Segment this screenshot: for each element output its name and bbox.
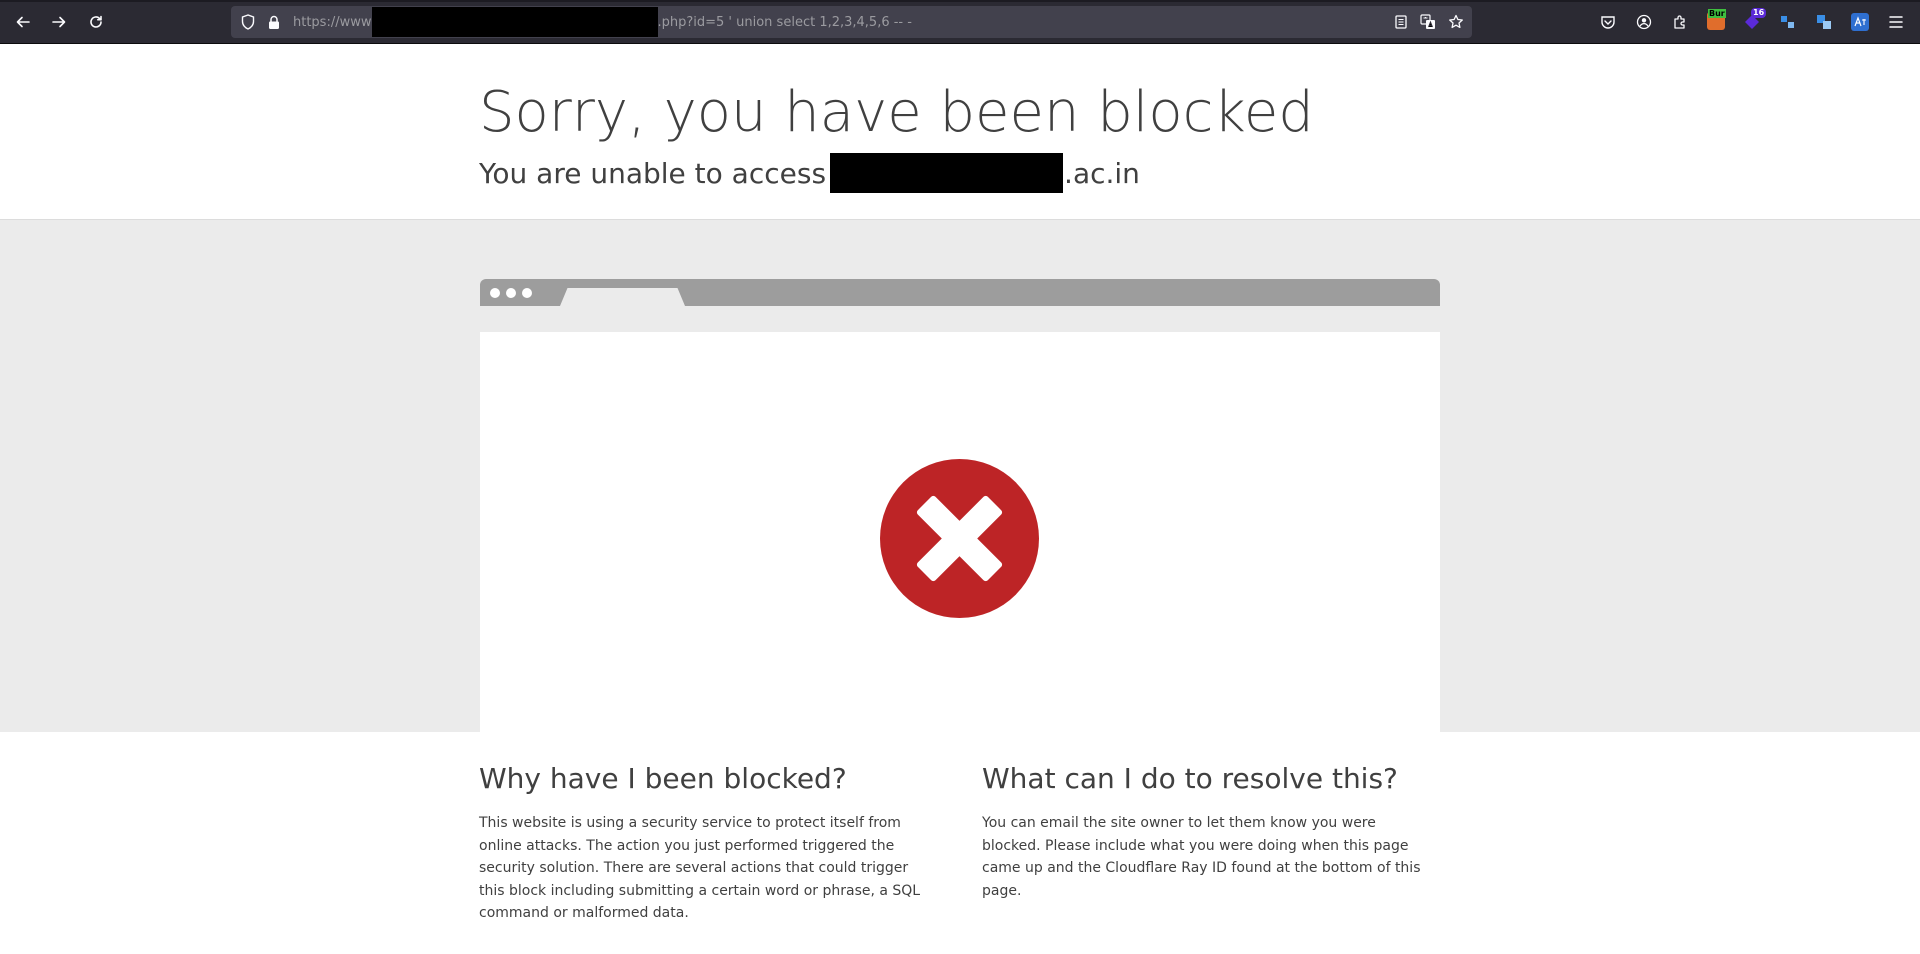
extension-icon-1[interactable] — [1779, 13, 1797, 31]
forward-arrow-icon[interactable] — [47, 10, 71, 34]
padlock-icon[interactable] — [265, 13, 283, 31]
extensions-puzzle-icon[interactable] — [1669, 11, 1691, 33]
url-prefix: https://www — [293, 14, 372, 30]
burp-extension-icon[interactable]: Bur — [1707, 9, 1726, 30]
resolve-heading: What can I do to resolve this? — [982, 762, 1398, 795]
toolbar-top-line — [0, 0, 1920, 2]
page-subtitle: You are unable to access .ac.in — [479, 153, 1140, 193]
translate-icon[interactable] — [1419, 13, 1437, 31]
page-title: Sorry, you have been blocked — [479, 80, 1314, 145]
redacted-block — [371, 7, 658, 37]
pocket-icon[interactable] — [1597, 11, 1619, 33]
ublock-extension-icon[interactable]: 16 — [1743, 8, 1767, 31]
translate-extension-icon[interactable] — [1851, 13, 1869, 31]
why-blocked-section: Why have I been blocked? This website is… — [479, 762, 929, 925]
url-text[interactable]: https://www .php?id=5 ' union select 1,2… — [293, 7, 912, 37]
browser-toolbar: https://www .php?id=5 ' union select 1,2… — [0, 0, 1920, 44]
bookmark-star-icon[interactable] — [1447, 13, 1465, 31]
hamburger-menu-icon[interactable] — [1885, 11, 1907, 33]
tracking-shield-icon[interactable] — [239, 13, 257, 31]
why-blocked-text: This website is using a security service… — [479, 815, 921, 921]
illustration-dot — [522, 288, 532, 298]
url-suffix: .php?id=5 ' union select 1,2,3,4,5,6 -- … — [657, 14, 912, 30]
subtitle-prefix: You are unable to access — [479, 156, 827, 190]
reader-view-icon[interactable] — [1392, 13, 1410, 31]
subtitle-suffix: .ac.in — [1064, 156, 1140, 190]
illustration-dot — [506, 288, 516, 298]
illustration-dot — [490, 288, 500, 298]
illustration-gap — [480, 306, 1440, 332]
address-bar[interactable]: https://www .php?id=5 ' union select 1,2… — [231, 6, 1472, 38]
resolve-text: You can email the site owner to let them… — [982, 815, 1421, 899]
extension-badge-count: 16 — [1751, 8, 1767, 18]
account-icon[interactable] — [1633, 11, 1655, 33]
error-x-icon — [880, 459, 1039, 618]
illustration-window — [480, 332, 1440, 732]
back-arrow-icon[interactable] — [11, 10, 35, 34]
why-blocked-heading: Why have I been blocked? — [479, 762, 847, 795]
redacted-block — [830, 153, 1064, 193]
illustration-titlebar — [480, 279, 1440, 306]
illustration-tab — [560, 288, 685, 306]
browser-illustration — [480, 279, 1440, 732]
resolve-section: What can I do to resolve this? You can e… — [982, 762, 1432, 902]
reload-icon[interactable] — [84, 10, 108, 34]
extension-icon-2[interactable] — [1815, 13, 1833, 31]
burp-extension-label: Bur — [1708, 9, 1726, 18]
